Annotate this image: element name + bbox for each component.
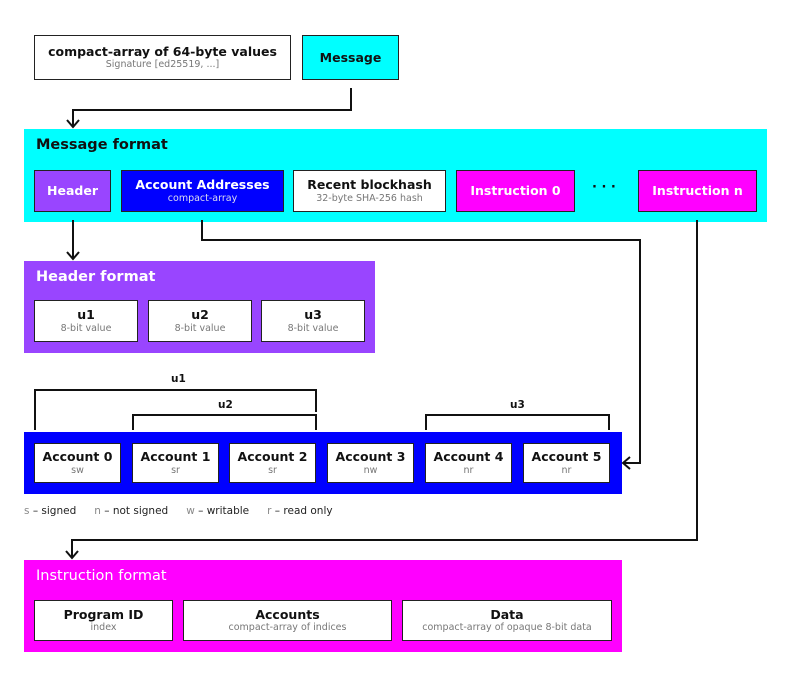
bracket-u2	[132, 414, 317, 430]
bracket-u1	[34, 389, 317, 430]
connector-instruction	[71, 220, 698, 557]
connectors	[34, 88, 698, 560]
connector-account-addresses	[201, 220, 641, 464]
connector-message	[72, 88, 352, 126]
bracket-u3	[425, 414, 610, 430]
